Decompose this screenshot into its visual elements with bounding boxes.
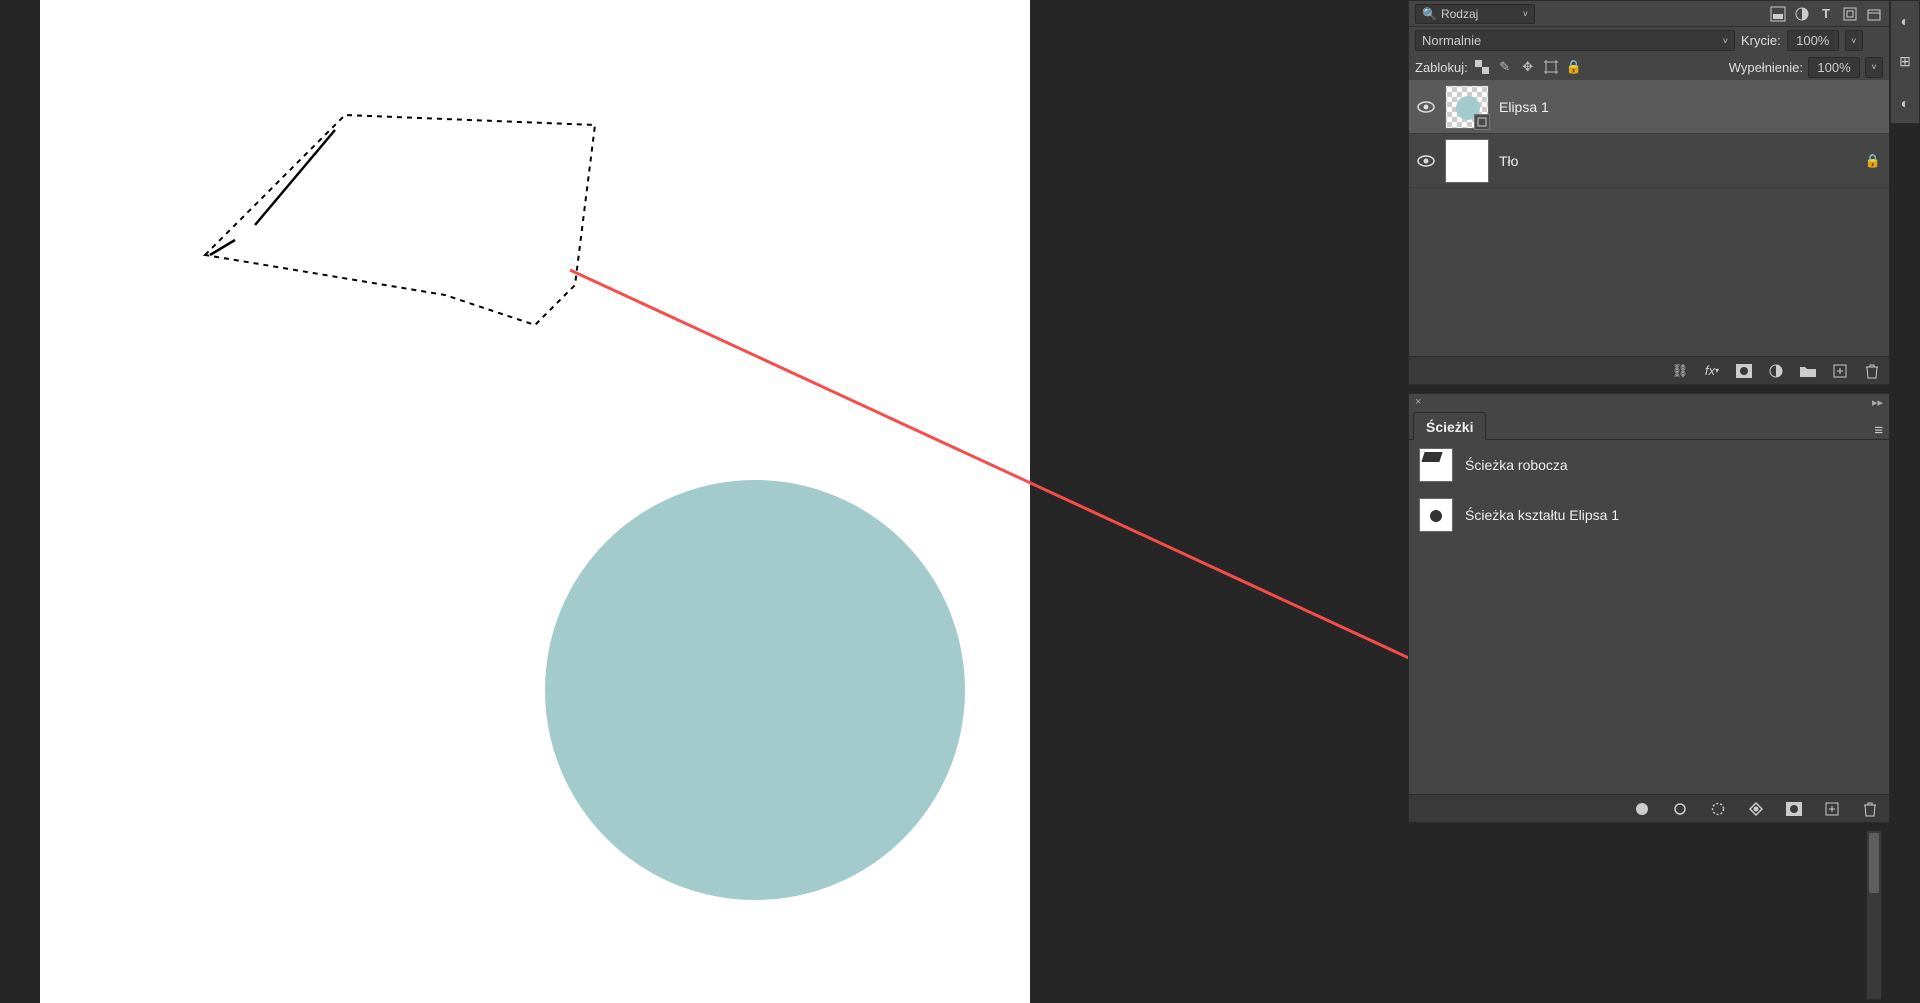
blend-mode-row: Normalnie ˅ Krycie: 100% ˅ <box>1409 27 1889 54</box>
lock-row: Zablokuj: ✎ ✥ 🔒 Wypełnienie: 100% ˅ <box>1409 54 1889 80</box>
document-canvas[interactable] <box>40 0 1030 1003</box>
lasso-selection-path <box>195 105 625 335</box>
visibility-toggle[interactable] <box>1417 152 1435 170</box>
fill-value: 100% <box>1817 60 1850 75</box>
stroke-path-icon[interactable] <box>1671 800 1689 818</box>
layer-effects-icon[interactable]: fx▾ <box>1703 362 1721 380</box>
opacity-value: 100% <box>1796 33 1829 48</box>
link-layers-icon[interactable]: ⛓ <box>1671 362 1689 380</box>
layer-row-background[interactable]: Tło 🔒 <box>1409 134 1889 188</box>
path-row-ellipse[interactable]: Ścieżka kształtu Elipsa 1 <box>1409 490 1889 540</box>
layer-thumbnail[interactable] <box>1445 85 1489 129</box>
fill-path-icon[interactable] <box>1633 800 1651 818</box>
opacity-label: Krycie: <box>1741 33 1781 48</box>
chevron-down-icon: ˅ <box>1523 9 1528 19</box>
path-thumbnail[interactable] <box>1419 498 1453 532</box>
path-name-label: Ścieżka robocza <box>1465 457 1568 473</box>
vertical-scrollbar[interactable] <box>1866 830 1882 1000</box>
add-mask-from-path-icon[interactable] <box>1785 800 1803 818</box>
workspace <box>0 0 1380 1003</box>
panel-header: × ▸▸ <box>1409 394 1889 410</box>
layer-filter-row: 🔍 Rodzaj ˅ T <box>1409 1 1889 27</box>
chevron-down-icon: ˅ <box>1723 36 1728 46</box>
path-thumbnail[interactable] <box>1419 448 1453 482</box>
close-icon[interactable]: × <box>1415 396 1421 408</box>
filter-type-icon[interactable]: T <box>1817 5 1835 23</box>
paths-panel-footer <box>1409 794 1889 822</box>
tab-paths[interactable]: Ścieżki <box>1413 412 1486 440</box>
delete-layer-icon[interactable] <box>1863 362 1881 380</box>
selection-to-path-icon[interactable] <box>1747 800 1765 818</box>
layer-filter-dropdown[interactable]: 🔍 Rodzaj ˅ <box>1415 4 1535 24</box>
search-icon: 🔍 <box>1422 7 1437 21</box>
fill-input[interactable]: 100% <box>1808 57 1860 78</box>
new-group-icon[interactable] <box>1799 362 1817 380</box>
opacity-dropdown-arrow[interactable]: ˅ <box>1845 30 1863 51</box>
layers-list: Elipsa 1 Tło 🔒 <box>1409 80 1889 188</box>
filter-type-icons: T <box>1769 5 1883 23</box>
lock-label: Zablokuj: <box>1415 60 1468 75</box>
collapse-icon[interactable]: ▸▸ <box>1872 396 1883 409</box>
lock-all-icon[interactable]: 🔒 <box>1565 58 1583 76</box>
fill-dropdown-arrow[interactable]: ˅ <box>1865 57 1883 78</box>
lock-position-icon[interactable]: ✥ <box>1519 58 1537 76</box>
paths-panel-tabs: Ścieżki ≡ <box>1409 410 1889 440</box>
panel-menu-icon[interactable]: ≡ <box>1874 422 1883 439</box>
layers-panel-footer: ⛓ fx▾ <box>1409 356 1889 384</box>
tab-label: Ścieżki <box>1426 419 1473 435</box>
add-mask-icon[interactable] <box>1735 362 1753 380</box>
edge-tool-icon-1[interactable]: ◐ <box>1901 13 1909 29</box>
scrollbar-thumb[interactable] <box>1869 833 1879 893</box>
lock-icon[interactable]: 🔒 <box>1865 153 1881 169</box>
ellipse-shape[interactable] <box>545 480 965 900</box>
filter-kind-label: Rodzaj <box>1441 7 1478 21</box>
new-adjustment-icon[interactable] <box>1767 362 1785 380</box>
paths-panel: × ▸▸ Ścieżki ≡ Ścieżka robocza Ścieżka k… <box>1408 393 1890 823</box>
lock-transparency-icon[interactable] <box>1473 58 1491 76</box>
fill-label: Wypełnienie: <box>1729 60 1803 75</box>
filter-pixel-icon[interactable] <box>1769 5 1787 23</box>
path-row-work[interactable]: Ścieżka robocza <box>1409 440 1889 490</box>
right-edge-strip: ◐ ⊞ ◐ <box>1890 0 1920 124</box>
path-to-selection-icon[interactable] <box>1709 800 1727 818</box>
layer-thumbnail[interactable] <box>1445 139 1489 183</box>
new-layer-icon[interactable] <box>1831 362 1849 380</box>
path-name-label: Ścieżka kształtu Elipsa 1 <box>1465 507 1619 523</box>
blend-mode-dropdown[interactable]: Normalnie ˅ <box>1415 30 1735 51</box>
lock-artboard-icon[interactable] <box>1542 58 1560 76</box>
delete-path-icon[interactable] <box>1861 800 1879 818</box>
edge-tool-icon-3[interactable]: ◐ <box>1901 95 1909 111</box>
filter-smartobject-icon[interactable] <box>1865 5 1883 23</box>
blend-mode-value: Normalnie <box>1422 33 1481 48</box>
lock-paint-icon[interactable]: ✎ <box>1496 58 1514 76</box>
filter-shape-icon[interactable] <box>1841 5 1859 23</box>
layer-name-label: Tło <box>1499 153 1518 169</box>
opacity-input[interactable]: 100% <box>1787 30 1839 51</box>
layer-name-label: Elipsa 1 <box>1499 99 1549 115</box>
paths-list: Ścieżka robocza Ścieżka kształtu Elipsa … <box>1409 440 1889 540</box>
layers-panel: 🔍 Rodzaj ˅ T Normalnie ˅ Krycie: 100% ˅ … <box>1408 0 1890 385</box>
layer-row-ellipse[interactable]: Elipsa 1 <box>1409 80 1889 134</box>
filter-adjustment-icon[interactable] <box>1793 5 1811 23</box>
edge-tool-icon-2[interactable]: ⊞ <box>1899 53 1911 70</box>
visibility-toggle[interactable] <box>1417 98 1435 116</box>
new-path-icon[interactable] <box>1823 800 1841 818</box>
shape-badge-icon <box>1474 114 1490 130</box>
right-panels: 🔍 Rodzaj ˅ T Normalnie ˅ Krycie: 100% ˅ … <box>1408 0 1920 1003</box>
